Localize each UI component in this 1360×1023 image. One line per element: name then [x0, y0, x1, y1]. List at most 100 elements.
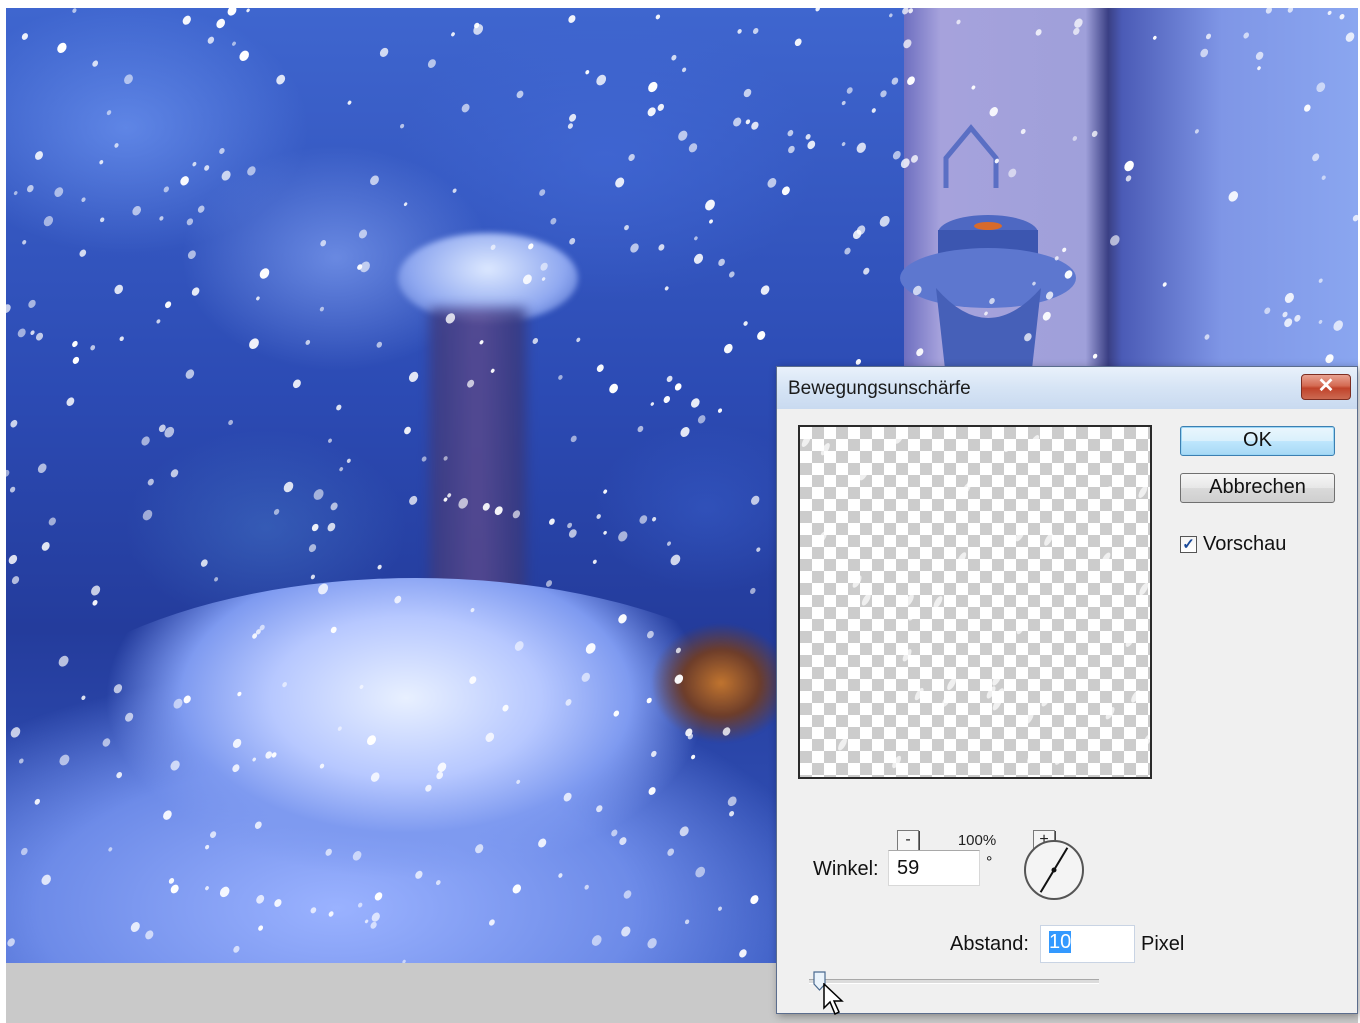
preview-snowflakes	[801, 431, 1150, 769]
snowflake	[1345, 32, 1355, 42]
angle-input[interactable]	[888, 850, 980, 886]
preview-snowflake	[941, 694, 951, 707]
snowflake	[667, 848, 675, 856]
preview-checkbox[interactable]: ✓ Vorschau	[1180, 533, 1286, 556]
snowflake	[48, 517, 56, 526]
distance-slider-track[interactable]	[809, 979, 1099, 984]
snowflake	[79, 249, 87, 257]
snowflake	[6, 469, 10, 477]
snowflake	[745, 119, 751, 125]
snowflake	[540, 262, 548, 271]
snowflake	[916, 348, 924, 357]
snowflake	[327, 522, 336, 532]
snowflake	[214, 577, 219, 582]
snowflake	[618, 531, 628, 542]
snowflake	[585, 70, 590, 75]
cancel-button[interactable]: Abbrechen	[1180, 473, 1335, 503]
snowflake	[1045, 291, 1054, 300]
preview-snowflake	[1105, 707, 1115, 720]
snowflake	[788, 145, 795, 154]
snowflake	[415, 870, 423, 879]
checkbox-box[interactable]: ✓	[1180, 536, 1197, 553]
zoom-level: 100%	[957, 832, 997, 849]
snowflake	[767, 178, 777, 188]
snowflake	[751, 495, 760, 505]
snowflake	[204, 165, 210, 171]
snowflake	[185, 369, 195, 379]
snowflake	[370, 921, 377, 929]
snowflake	[59, 754, 70, 766]
preview-snowflake	[892, 755, 902, 769]
dialog-body: - 100% + OK Abbrechen ✓ Vorschau Winkel:…	[777, 409, 1357, 1016]
snowflake	[328, 438, 332, 443]
snowflake	[694, 236, 698, 241]
snowflake	[569, 238, 576, 245]
snowflake	[621, 926, 631, 937]
snowflake	[366, 735, 377, 746]
snowflake	[92, 600, 98, 606]
snowflake	[584, 884, 589, 890]
snowflake	[648, 81, 658, 93]
snowflake	[228, 419, 234, 426]
distance-input[interactable]: 10	[1040, 925, 1135, 963]
distance-unit: Pixel	[1141, 933, 1185, 955]
snowflake	[106, 110, 112, 116]
snowflake	[11, 576, 20, 585]
snowflake	[846, 87, 853, 94]
snowflake	[666, 375, 673, 383]
ok-button[interactable]: OK	[1180, 426, 1335, 456]
preview-snowflake	[861, 593, 871, 606]
snowflake	[1073, 27, 1080, 35]
snowflake	[421, 456, 427, 462]
snowflake	[254, 821, 262, 829]
snowflake	[403, 202, 408, 207]
snowflake	[655, 14, 661, 20]
snowflake	[538, 838, 547, 848]
snowflake	[1321, 175, 1326, 180]
dialog-titlebar[interactable]: Bewegungsunschärfe ✕	[777, 367, 1357, 410]
snowflake	[1194, 129, 1199, 134]
snowflake	[232, 41, 236, 46]
snowflake	[691, 754, 696, 760]
snowflake	[90, 345, 96, 351]
snowflake	[282, 682, 287, 688]
snowflake	[844, 247, 851, 255]
snowflake	[690, 398, 700, 408]
snowflake	[216, 18, 226, 29]
snowflake	[680, 426, 690, 438]
snowflake	[124, 74, 133, 85]
snowflake	[693, 253, 704, 264]
snowflake	[394, 595, 402, 604]
snowflake	[912, 285, 922, 296]
snowflake	[13, 191, 18, 196]
snowflake	[750, 895, 759, 905]
snowflake	[99, 160, 104, 165]
snowflake	[35, 151, 43, 160]
preview-snowflake	[908, 608, 918, 621]
preview-snowflake	[1131, 690, 1141, 703]
angle-dial-icon[interactable]	[1023, 839, 1085, 901]
filter-preview[interactable]	[798, 425, 1152, 779]
snowflake	[292, 379, 301, 389]
snowflake	[17, 328, 26, 338]
snowflake	[512, 510, 521, 519]
snowflake	[376, 341, 383, 348]
snowflake	[1064, 270, 1073, 279]
snowflake	[805, 134, 811, 140]
snowflake	[880, 90, 887, 98]
snowflake	[903, 39, 912, 49]
snowflake	[276, 74, 286, 85]
snowflake	[989, 107, 998, 117]
snowflake	[192, 161, 197, 167]
snowflake	[1072, 136, 1078, 141]
snowflake	[221, 170, 231, 181]
close-button[interactable]: ✕	[1301, 374, 1351, 400]
snowflake	[570, 435, 577, 443]
zoom-out-button[interactable]: -	[897, 830, 919, 852]
preview-snowflake	[1102, 486, 1112, 499]
snowflake	[576, 337, 581, 343]
snowflake	[670, 554, 681, 566]
snowflake	[72, 8, 77, 13]
snowflake	[684, 919, 690, 925]
snowflake	[639, 515, 648, 524]
